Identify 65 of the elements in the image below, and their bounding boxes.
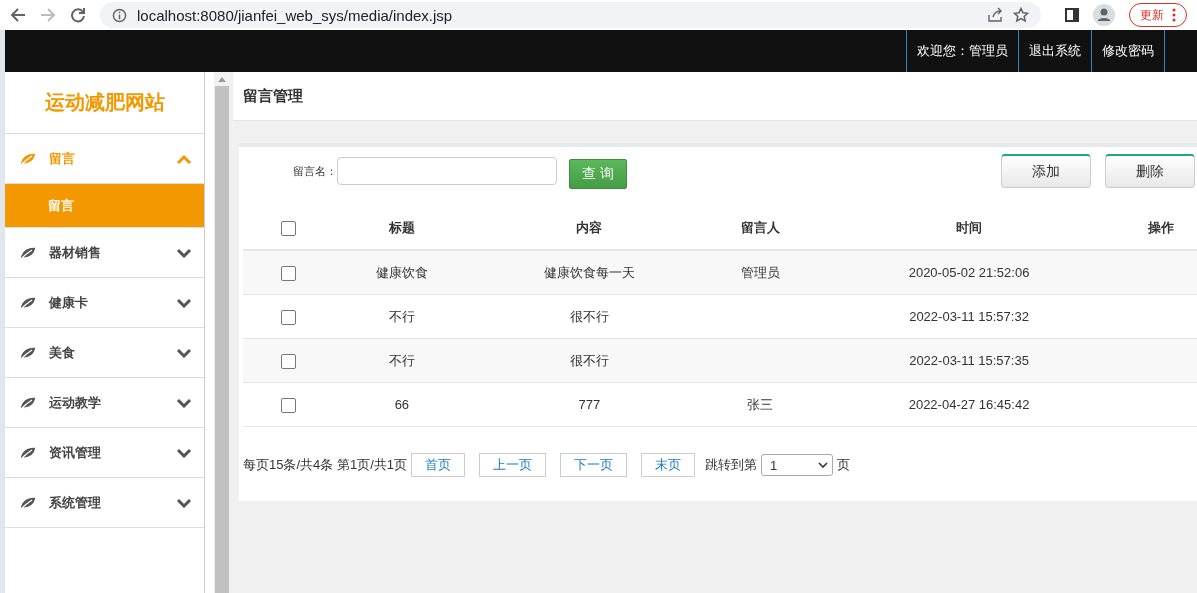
table-cell: 2022-03-11 15:57:32 xyxy=(812,294,1126,339)
search-label: 留言名： xyxy=(293,163,337,179)
side-panel-icon[interactable] xyxy=(1065,8,1079,22)
chevron-down-icon[interactable] xyxy=(176,347,192,358)
page-button[interactable]: 首页 xyxy=(411,453,465,477)
site-title: 运动减肥网站 xyxy=(44,90,165,115)
leaf-icon xyxy=(19,445,37,460)
checkbox[interactable] xyxy=(280,309,296,325)
table-cell: 66 xyxy=(333,382,471,427)
back-icon[interactable] xyxy=(10,7,26,23)
action-button[interactable]: 添加 xyxy=(1001,154,1091,188)
leaf-icon xyxy=(19,151,37,166)
address-bar[interactable]: localhost:8080/jianfei_web_sys/media/index.jsp xyxy=(100,2,1041,28)
checkbox[interactable] xyxy=(280,221,296,237)
url-text: localhost:8080/jianfei_web_sys/media/index.jsp xyxy=(137,6,453,24)
checkbox[interactable] xyxy=(280,353,296,369)
checkbox[interactable] xyxy=(280,397,296,413)
table-cell: 健康饮食每一天 xyxy=(470,250,708,295)
page-suffix: 页 xyxy=(837,456,850,474)
avatar-icon[interactable] xyxy=(1093,4,1115,26)
table-cell: 不行 xyxy=(333,294,471,339)
share-icon[interactable] xyxy=(987,7,1003,23)
page-button[interactable]: 上一页 xyxy=(479,453,546,477)
scrollbar[interactable] xyxy=(214,72,229,593)
leaf-icon xyxy=(19,245,37,260)
checkbox[interactable] xyxy=(280,265,296,281)
star-icon[interactable] xyxy=(1013,7,1029,23)
page-button[interactable]: 末页 xyxy=(641,453,695,477)
info-icon[interactable] xyxy=(112,7,127,23)
leaf-icon xyxy=(19,295,37,310)
page-button[interactable]: 下一页 xyxy=(560,453,627,477)
table-cell: 2022-04-27 16:45:42 xyxy=(812,382,1126,427)
menu-item[interactable]: 健康卡 xyxy=(5,278,204,328)
menu-item[interactable]: 资讯管理 xyxy=(5,428,204,478)
page-summary: 每页15条/共4条 第1页/共1页 xyxy=(243,456,407,474)
chevron-down-icon[interactable] xyxy=(176,397,192,408)
leaf-icon xyxy=(19,345,37,360)
more-icon xyxy=(1172,8,1176,22)
menu-item[interactable]: 器材销售 xyxy=(5,228,204,278)
menu-item[interactable]: 运动教学 xyxy=(5,378,204,428)
chevron-down-icon[interactable] xyxy=(176,247,192,258)
table-cell: 张三 xyxy=(707,382,813,427)
table-cell: 管理员 xyxy=(707,250,813,295)
table-cell: 2020-05-02 21:52:06 xyxy=(812,250,1126,295)
table-cell: 很不行 xyxy=(470,294,708,339)
leaf-icon xyxy=(19,395,37,410)
table-cell: 健康饮食 xyxy=(333,250,471,295)
leaf-icon xyxy=(19,495,37,510)
chevron-down-icon[interactable] xyxy=(176,447,192,458)
chevron-down-icon[interactable] xyxy=(176,297,192,308)
table-cell: 2022-03-11 15:57:35 xyxy=(812,338,1126,383)
table-cell: 很不行 xyxy=(470,338,708,383)
search-field[interactable] xyxy=(337,157,557,185)
chevron-down-icon[interactable] xyxy=(176,497,192,508)
page-select[interactable]: 1 xyxy=(761,454,833,476)
menu-item[interactable]: 系统管理 xyxy=(5,478,204,528)
table-cell: 777 xyxy=(470,382,708,427)
action-button[interactable]: 删除 xyxy=(1105,154,1195,188)
menu-item[interactable]: 美食 xyxy=(5,328,204,378)
table-cell: 不行 xyxy=(333,338,471,383)
jump-label: 跳转到第 xyxy=(705,456,757,474)
update-button[interactable]: 更新 xyxy=(1129,3,1187,27)
page-title: 留言管理 xyxy=(243,86,303,106)
caret-icon xyxy=(818,462,828,468)
reload-icon[interactable] xyxy=(70,7,86,23)
